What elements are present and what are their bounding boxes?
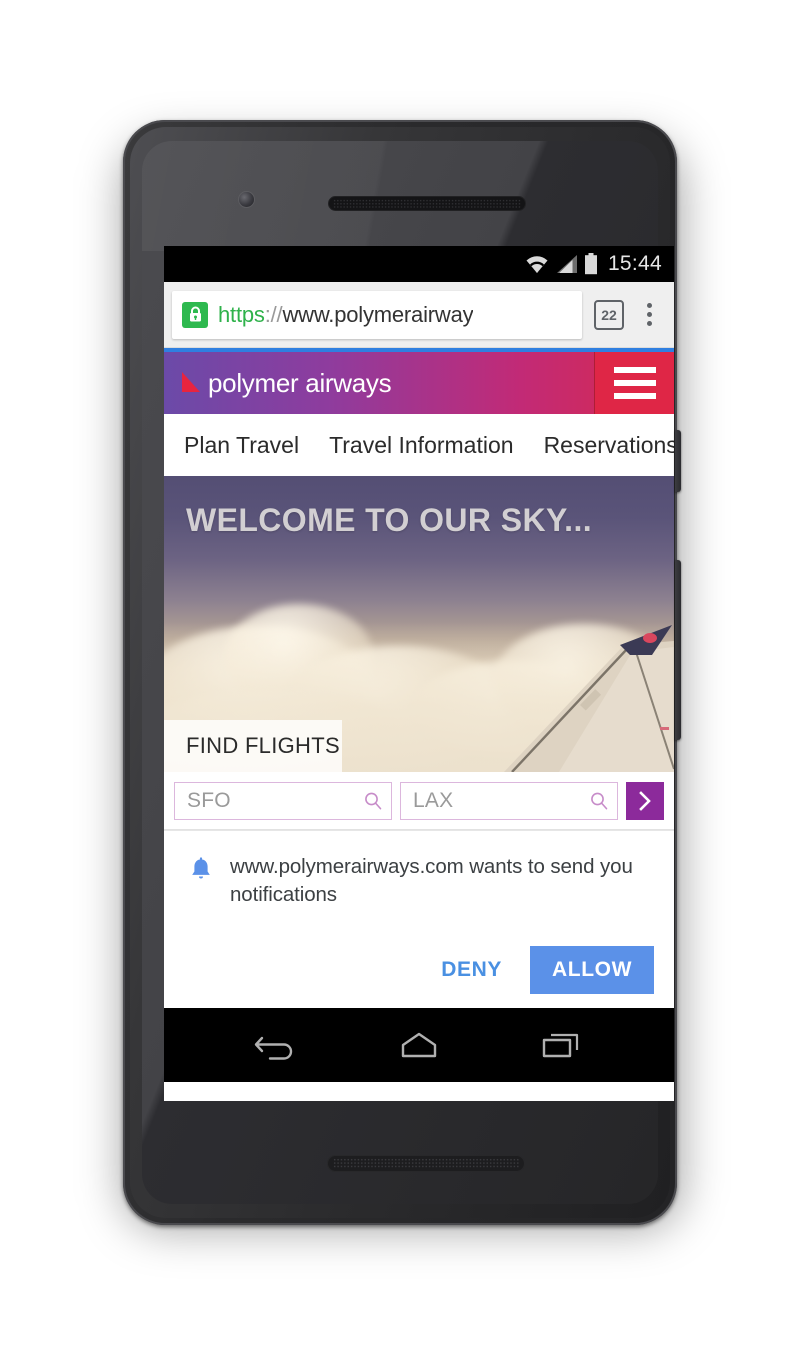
notification-bell-icon — [188, 853, 214, 908]
tab-counter-button[interactable]: 22 — [594, 299, 624, 330]
status-bar-clock: 15:44 — [607, 252, 662, 275]
cellular-signal-icon — [556, 255, 577, 273]
omnibox-url-bar[interactable]: https://www.polymerairway — [172, 290, 582, 339]
phone-device: 15:44 https://www.polymerairway 22 polym… — [123, 120, 681, 1225]
bottom-speaker-icon — [327, 1155, 525, 1172]
url-separator: :// — [264, 301, 283, 327]
site-brand[interactable]: polymer airways — [164, 352, 594, 414]
android-navigation-bar — [164, 1008, 674, 1083]
phone-glass-front: 15:44 https://www.polymerairway 22 polym… — [142, 141, 674, 1204]
recent-apps-icon[interactable] — [522, 1008, 602, 1082]
more-vertical-icon[interactable] — [634, 297, 664, 333]
hero-title: WELCOME TO OUR SKY... — [186, 502, 593, 538]
browser-toolbar: https://www.polymerairway 22 — [164, 282, 674, 348]
dialog-actions: DENY ALLOW — [184, 946, 654, 995]
front-camera-icon — [239, 192, 254, 207]
nav-item-travel-information[interactable]: Travel Information — [329, 432, 514, 459]
allow-button[interactable]: ALLOW — [530, 946, 654, 995]
volume-rocker-button[interactable] — [675, 560, 681, 740]
origin-value: SFO — [187, 788, 231, 812]
search-icon[interactable] — [363, 791, 383, 811]
deny-button[interactable]: DENY — [425, 948, 518, 992]
nav-item-plan-travel[interactable]: Plan Travel — [184, 432, 299, 459]
chevron-right-icon — [639, 790, 651, 811]
home-icon[interactable] — [379, 1008, 459, 1082]
dialog-origin: www.polymerairways.com — [230, 855, 464, 878]
search-icon[interactable] — [589, 791, 609, 811]
android-status-bar: 15:44 — [164, 246, 674, 282]
airplane-wing-icon — [504, 625, 674, 772]
origin-field[interactable]: SFO — [174, 781, 392, 820]
earpiece-speaker-icon — [328, 196, 526, 211]
notification-permission-dialog: www.polymerairways.com wants to send you… — [164, 830, 674, 1009]
phone-bezel: 15:44 https://www.polymerairway 22 polym… — [130, 127, 674, 1218]
hero-banner: WELCOME TO OUR SKY... FIND FLIGHTS — [164, 476, 674, 772]
url-scheme: https — [218, 301, 265, 327]
hamburger-menu-icon[interactable] — [594, 352, 674, 414]
brand-name: polymer airways — [208, 367, 392, 398]
power-button[interactable] — [675, 430, 681, 492]
dialog-message: www.polymerairways.com wants to send you… — [230, 853, 654, 908]
dialog-body: www.polymerairways.com wants to send you… — [184, 853, 654, 908]
lock-icon[interactable] — [182, 301, 208, 328]
find-flights-tab[interactable]: FIND FLIGHTS — [164, 720, 342, 772]
nav-item-reservations[interactable]: Reservations — [544, 432, 674, 459]
site-nav: Plan Travel Travel Information Reservati… — [164, 414, 674, 476]
airline-wing-logo-icon — [182, 372, 200, 392]
find-flights-label: FIND FLIGHTS — [186, 733, 340, 758]
back-arrow-icon[interactable] — [236, 1008, 316, 1082]
destination-value: LAX — [413, 788, 454, 812]
url-host: www.polymerairway — [282, 301, 474, 327]
site-header: polymer airways — [164, 352, 674, 414]
screenshot-stage: 15:44 https://www.polymerairway 22 polym… — [0, 0, 800, 1371]
flight-search-row: SFO LAX — [164, 772, 674, 830]
wifi-icon — [526, 256, 548, 273]
phone-screen: 15:44 https://www.polymerairway 22 polym… — [164, 246, 674, 1101]
url-text: https://www.polymerairway — [218, 302, 473, 328]
search-submit-button[interactable] — [626, 781, 664, 820]
battery-icon — [584, 253, 597, 275]
destination-field[interactable]: LAX — [400, 781, 618, 820]
